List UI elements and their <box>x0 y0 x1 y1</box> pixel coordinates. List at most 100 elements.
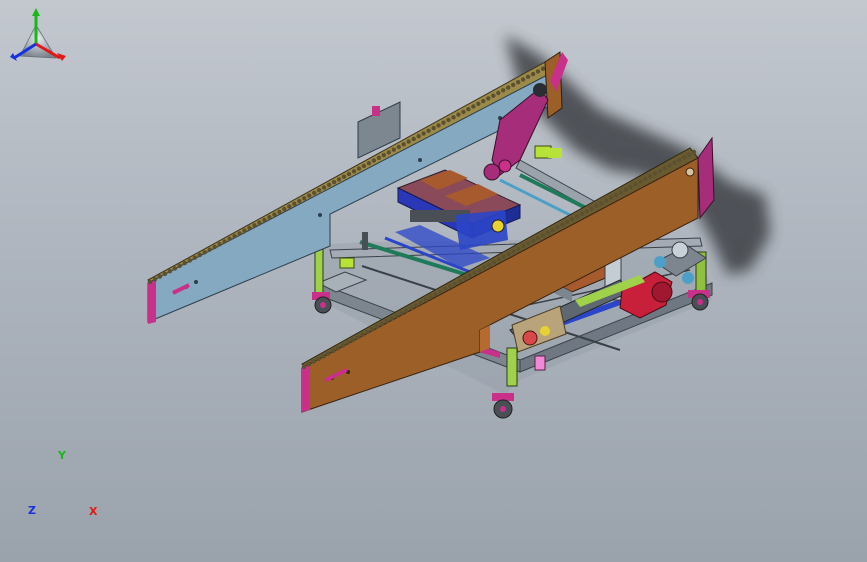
conveyor-assembly-model[interactable] <box>0 0 867 562</box>
chain-link <box>491 93 496 98</box>
chain-link <box>384 319 390 324</box>
chain-link <box>237 231 242 236</box>
chain-link <box>452 281 458 286</box>
chain-link <box>336 177 342 182</box>
chain-link <box>267 215 272 220</box>
chain-link <box>574 214 580 219</box>
chain-link <box>287 204 292 209</box>
chain-link <box>584 208 589 214</box>
caster-front <box>492 393 514 419</box>
chain-link <box>638 179 643 184</box>
chain-link <box>482 265 487 270</box>
chain-link <box>321 354 326 359</box>
y-axis-label: Y <box>58 449 66 462</box>
chain-link <box>443 286 448 292</box>
chain-link <box>540 66 546 71</box>
chain-link <box>394 313 399 319</box>
chain-link <box>441 120 446 125</box>
chain-link <box>360 332 365 337</box>
chain-link <box>496 90 501 96</box>
chain-link <box>421 131 426 136</box>
chain-link <box>506 251 511 257</box>
chain-link <box>466 107 471 112</box>
chain-link <box>356 166 362 171</box>
chain-link <box>530 238 536 243</box>
chain-link <box>487 262 492 268</box>
chain-link <box>652 171 658 176</box>
chain-link <box>350 337 355 343</box>
chain-link <box>462 276 468 281</box>
chain-link <box>618 190 624 195</box>
chain-link <box>345 340 351 345</box>
chain-link <box>433 292 438 297</box>
chain-link <box>565 219 570 225</box>
chain-link <box>481 98 486 104</box>
chain-link <box>520 77 526 82</box>
chain-link <box>376 155 382 160</box>
chain-link <box>604 198 609 203</box>
chain-link <box>438 289 443 294</box>
chain-link <box>167 269 173 274</box>
chain-link <box>335 346 341 351</box>
chain-link <box>331 179 337 185</box>
chain-link <box>192 255 197 260</box>
chain-link <box>633 182 638 187</box>
chain-link <box>431 125 436 131</box>
chain-link <box>691 149 697 155</box>
chain-link <box>657 168 663 173</box>
chain-link <box>162 271 168 277</box>
chain-link <box>516 246 521 251</box>
chain-link <box>448 284 453 289</box>
chain-link <box>686 152 692 157</box>
chain-link <box>389 316 394 321</box>
chain-link <box>599 200 604 206</box>
chain-link <box>521 243 526 249</box>
chain-link <box>491 260 497 265</box>
chain-link <box>428 294 433 300</box>
chain-link <box>511 82 516 88</box>
chain-link <box>608 195 614 200</box>
chain-link <box>331 348 336 354</box>
chain-link <box>647 174 653 179</box>
chain-link <box>446 117 451 123</box>
chain-link <box>272 212 277 217</box>
chain-link <box>252 223 257 228</box>
chain-link <box>677 157 682 163</box>
chain-link <box>472 270 477 276</box>
chain-link <box>406 139 411 144</box>
chain-link <box>418 300 424 305</box>
chain-link <box>594 203 599 208</box>
chain-link <box>217 242 222 247</box>
chain-link <box>370 327 375 332</box>
chain-link <box>560 222 565 227</box>
chain-link <box>516 80 521 85</box>
chain-link <box>399 311 404 316</box>
chain-link <box>187 258 192 263</box>
chain-link <box>379 321 385 327</box>
chain-link <box>355 335 360 340</box>
chain-link <box>628 184 633 190</box>
chain-link <box>477 268 482 273</box>
chain-link <box>202 250 207 255</box>
chain-link <box>423 297 429 302</box>
y-axis-arrow <box>32 8 40 16</box>
cad-3d-viewport[interactable]: Y X Z <box>0 0 867 562</box>
chain-link <box>457 278 463 284</box>
chain-link <box>506 85 511 90</box>
chain-link <box>426 128 431 133</box>
chain-link <box>307 193 312 198</box>
chain-link <box>476 101 481 107</box>
chain-link <box>461 109 466 115</box>
x-axis-label: X <box>89 505 98 518</box>
chain-link <box>316 188 322 193</box>
chain-link <box>662 165 667 171</box>
z-axis-label: Z <box>28 504 36 517</box>
chain-link <box>451 115 456 120</box>
chain-link <box>301 364 307 370</box>
chain-link <box>302 196 307 201</box>
chain-link <box>282 206 287 212</box>
chain-link <box>436 123 441 128</box>
chain-link <box>321 185 327 190</box>
chain-link <box>496 257 502 262</box>
chain-link <box>530 71 536 77</box>
